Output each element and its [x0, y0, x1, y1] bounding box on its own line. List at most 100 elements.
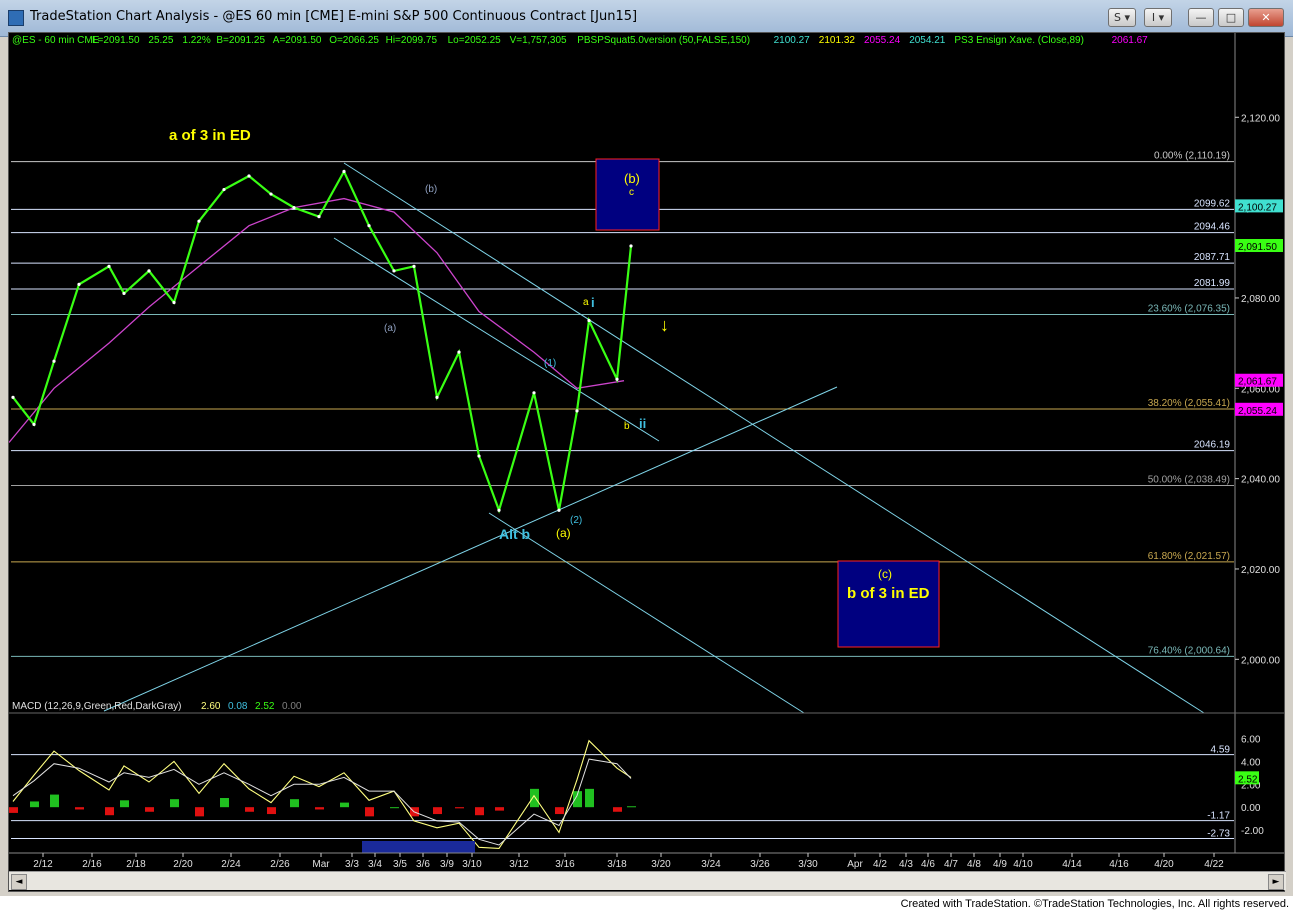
macd-histogram-bar — [585, 788, 594, 808]
price-point — [497, 508, 501, 512]
header-value-1: 25.25 — [148, 35, 173, 46]
price-point — [367, 224, 371, 228]
macd-histogram-bar — [290, 799, 299, 808]
x-tick-label: 3/4 — [368, 859, 382, 870]
level-label: 0.00% (2,110.19) — [1154, 151, 1230, 162]
x-tick-label: 4/2 — [873, 859, 887, 870]
macd-histogram-bar — [120, 800, 129, 808]
macd-histogram-bar — [220, 798, 229, 808]
macd-histogram-bar — [627, 806, 636, 808]
macd-histogram-bar — [50, 794, 59, 808]
level-label: 76.40% (2,000.64) — [1148, 645, 1230, 656]
price-point — [587, 318, 591, 323]
scroll-right-button[interactable]: ► — [1268, 874, 1284, 890]
price-point — [77, 282, 81, 287]
macd-histogram-bar — [170, 799, 179, 808]
price-point — [147, 269, 151, 273]
macd-histogram-bar — [315, 807, 324, 810]
price-point — [122, 291, 126, 296]
price-line — [12, 169, 633, 514]
scroll-left-button[interactable]: ◄ — [11, 874, 27, 890]
wave-label: a of 3 in ED — [169, 127, 251, 144]
level-label: 38.20% (2,055.41) — [1148, 398, 1230, 409]
price-point — [172, 300, 176, 305]
s-button-label: S — [1113, 11, 1121, 24]
x-tick-label: 3/12 — [509, 859, 529, 870]
x-tick-label: 3/18 — [607, 859, 627, 870]
macd-tick-label: 0.00 — [1241, 803, 1261, 814]
x-tick-label: 3/6 — [416, 859, 430, 870]
horizontal-scrollbar[interactable]: ◄ ► — [9, 871, 1286, 890]
header-value-14: PS3 Ensign Xave. (Close,89) — [954, 35, 1084, 46]
x-tick-label: 3/16 — [555, 859, 575, 870]
wave-label: (b) — [624, 171, 640, 186]
header-value-15: 2061.67 — [1112, 35, 1149, 46]
macd-title: MACD (12,26,9,Green,Red,DarkGray) — [12, 701, 182, 712]
macd-histogram-bar — [495, 807, 504, 811]
macd-histogram-bar — [267, 807, 276, 815]
macd-tick-label: 4.00 — [1241, 757, 1261, 768]
x-tick-label: 2/26 — [270, 859, 290, 870]
price-point — [222, 187, 226, 192]
wave-label: (a) — [556, 526, 571, 540]
x-tick-label: 4/3 — [899, 859, 913, 870]
price-point — [247, 174, 251, 178]
macd-histogram-bar — [475, 807, 484, 816]
wave-label: (2) — [570, 515, 582, 526]
header-value-12: 2055.24 — [864, 35, 901, 46]
header-value-3: B=2091.25 — [216, 35, 265, 46]
chart-svg: 0.00% (2,110.19) 2099.62 2094.46 2087.71 208… — [9, 33, 1284, 870]
close-button[interactable]: ✕ — [1248, 8, 1284, 27]
rising-trend-line — [103, 386, 838, 712]
upper-channel-line — [343, 162, 1205, 714]
chart-area[interactable]: 0.00% (2,110.19) 2099.62 2094.46 2087.71 208… — [8, 32, 1286, 892]
x-tick-label: 4/22 — [1204, 859, 1224, 870]
price-point — [457, 350, 461, 354]
macd-histogram-bar — [555, 807, 564, 815]
x-tick-label: 3/9 — [440, 859, 454, 870]
price-point — [11, 395, 15, 399]
macd-histogram-bar — [245, 807, 254, 812]
price-tag-label: 2,061.67 — [1238, 377, 1277, 388]
price-point — [392, 269, 396, 273]
i-button-label: I — [1151, 11, 1156, 24]
wave-label: Alt b — [499, 526, 530, 542]
price-point — [629, 244, 633, 248]
level-label: 2099.62 — [1194, 198, 1231, 209]
x-tick-label: 2/18 — [126, 859, 146, 870]
wave-label: a — [583, 297, 589, 308]
price-point — [532, 391, 536, 395]
price-tag-label: 2,100.27 — [1238, 202, 1277, 213]
macd-level-label: -1.17 — [1207, 811, 1230, 822]
minimize-button[interactable]: — — [1188, 8, 1214, 27]
macd-histogram-bar — [365, 807, 374, 817]
x-tick-label: 2/12 — [33, 859, 53, 870]
macd-level-label: -2.73 — [1207, 828, 1230, 839]
app-icon — [8, 10, 24, 26]
x-tick-label: 4/14 — [1062, 859, 1082, 870]
header-value-9: PBSPSquat5.0version (50,FALSE,150) — [577, 35, 750, 46]
macd-histogram-bar — [9, 807, 18, 813]
wave-label: c — [629, 187, 634, 198]
x-tick-label: 4/9 — [993, 859, 1007, 870]
header-value-6: Hi=2099.75 — [386, 35, 438, 46]
macd-legend-value: 0.08 — [228, 701, 248, 712]
macd-legend-value: 2.60 — [201, 701, 221, 712]
price-point — [342, 169, 346, 174]
macd-histogram-bar — [530, 788, 539, 808]
macd-tag-label: 2.52 — [1238, 774, 1258, 785]
s-menu-button[interactable]: S ▾ — [1108, 8, 1136, 27]
header-value-10: 2100.27 — [774, 35, 811, 46]
x-tick-label: 3/30 — [798, 859, 818, 870]
price-point — [557, 508, 561, 512]
macd-histogram-bar — [30, 801, 39, 808]
maximize-button[interactable]: □ — [1218, 8, 1244, 27]
price-tag-label: 2,055.24 — [1238, 406, 1277, 417]
level-label: 23.60% (2,076.35) — [1148, 303, 1230, 314]
macd-histogram-bar — [75, 807, 84, 810]
i-menu-button[interactable]: I ▾ — [1144, 8, 1172, 27]
header-value-7: Lo=2052.25 — [448, 35, 502, 46]
macd-histogram-bar — [613, 807, 622, 812]
wave-label: (1) — [544, 358, 556, 369]
lower-channel-line — [333, 237, 660, 442]
